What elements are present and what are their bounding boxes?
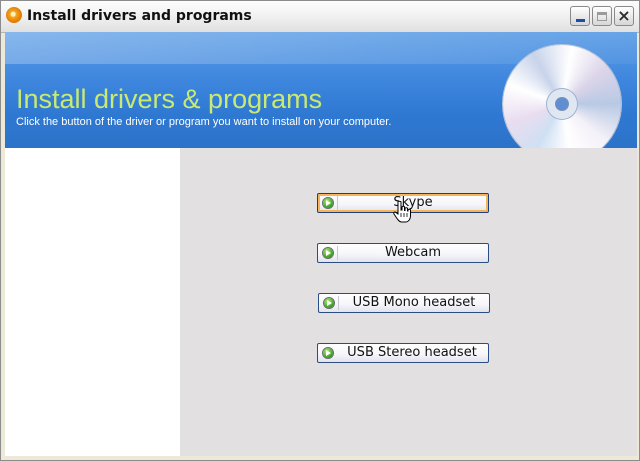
window-bottom-border — [1, 456, 639, 460]
left-panel — [5, 148, 180, 456]
hand-cursor-icon — [393, 201, 411, 223]
button-label: Webcam — [384, 245, 442, 260]
close-button[interactable]: × — [614, 6, 634, 26]
green-arrow-icon — [323, 198, 333, 208]
disc-hole — [556, 98, 568, 110]
webcam-button[interactable]: Webcam — [317, 243, 489, 263]
window-title: Install drivers and programs — [27, 8, 252, 24]
button-label: USB Stereo headset — [347, 345, 477, 360]
green-arrow-icon — [323, 248, 333, 258]
minimize-icon — [575, 18, 585, 22]
banner-subtitle: Click the button of the driver or progra… — [16, 116, 392, 128]
banner-title: Install drivers & programs — [16, 84, 323, 114]
header-banner: Install drivers & programs Click the but… — [5, 32, 637, 148]
app-icon — [6, 7, 22, 23]
minimize-button[interactable] — [570, 6, 590, 26]
usb-stereo-headset-button[interactable]: USB Stereo headset — [317, 343, 489, 363]
maximize-button[interactable] — [592, 6, 612, 26]
button-label: USB Mono headset — [352, 295, 476, 310]
title-bar[interactable]: Install drivers and programs × — [1, 1, 639, 33]
installer-window: Install drivers and programs × Install d… — [0, 0, 640, 461]
button-label: Skype — [393, 195, 433, 210]
usb-mono-headset-button[interactable]: USB Mono headset — [318, 293, 490, 313]
green-arrow-icon — [323, 348, 333, 358]
close-icon: × — [617, 6, 631, 25]
maximize-icon — [597, 11, 607, 21]
green-arrow-icon — [324, 298, 334, 308]
